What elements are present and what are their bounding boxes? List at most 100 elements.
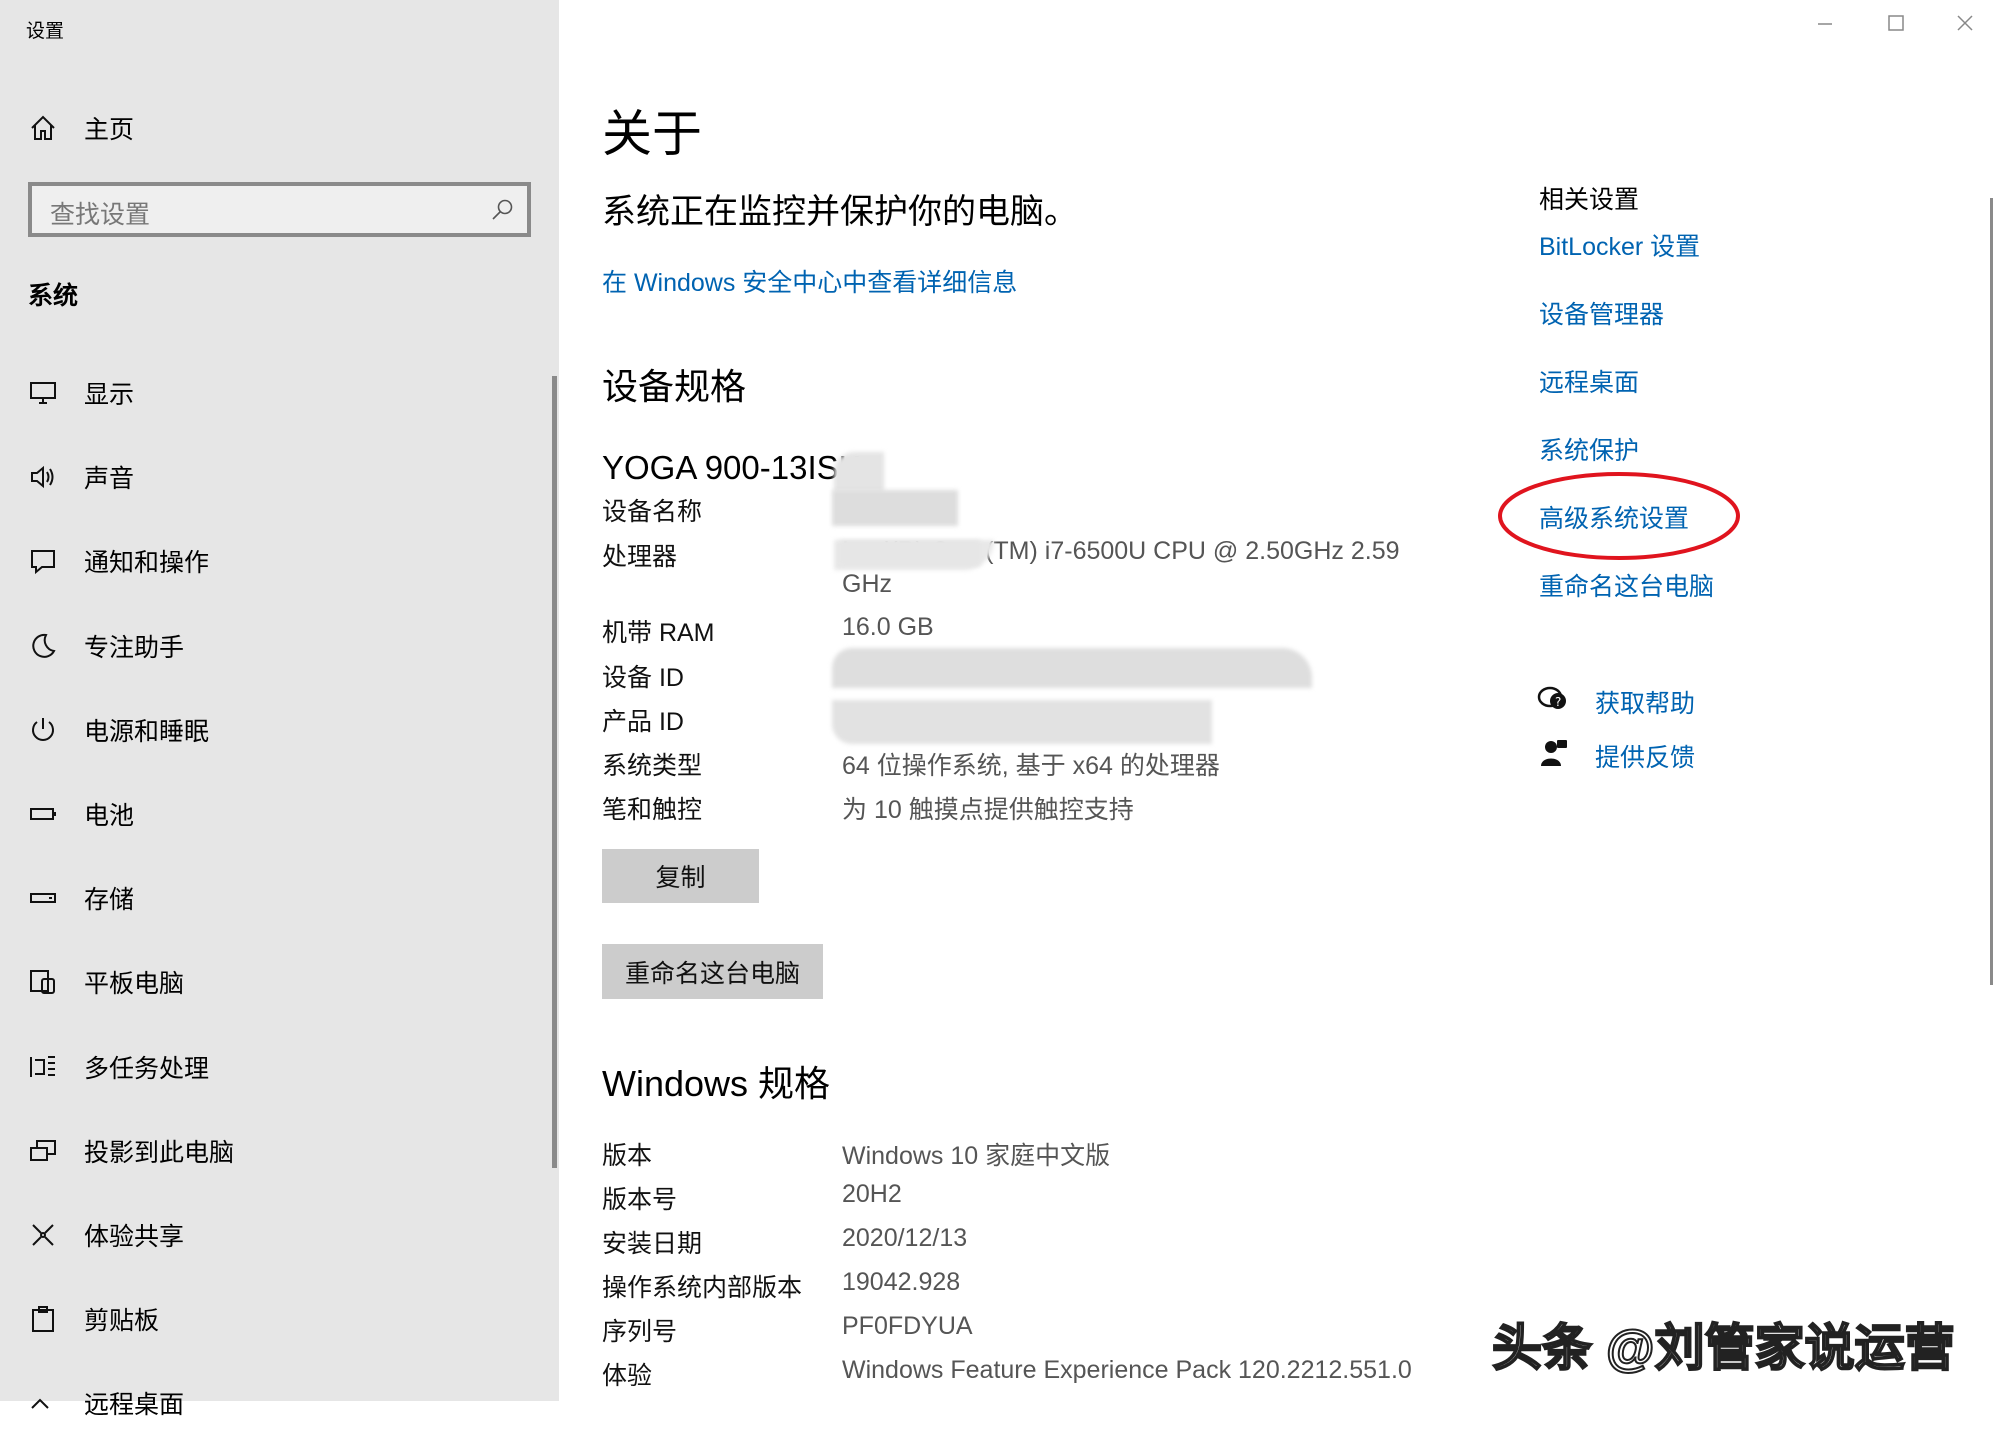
sidebar-item-label: 存储 <box>84 886 135 915</box>
related-link[interactable]: 系统保护 <box>1539 431 1639 467</box>
sidebar-item-share[interactable]: 体验共享 <box>0 1205 540 1265</box>
sidebar-item-clipboard[interactable]: 剪贴板 <box>0 1289 540 1349</box>
sidebar-item-label: 剪贴板 <box>84 1307 160 1336</box>
window-title: 设置 <box>26 21 65 42</box>
search-icon[interactable] <box>491 198 515 227</box>
spec-label: 产品 ID <box>602 708 684 736</box>
close-button[interactable] <box>1955 13 1975 38</box>
windows-spec-label: 版本号 <box>602 1186 678 1214</box>
sidebar-item-power[interactable]: 电源和睡眠 <box>0 700 540 760</box>
sidebar-item-label: 专注助手 <box>84 633 185 662</box>
maximize-button[interactable] <box>1886 13 1906 38</box>
spec-label: 设备名称 <box>602 498 703 526</box>
sidebar-item-label: 电池 <box>84 802 135 830</box>
search-input[interactable]: 查找设置 <box>28 182 531 237</box>
related-link[interactable]: 重命名这台电脑 <box>1539 567 1714 603</box>
windows-spec-label: 安装日期 <box>602 1230 703 1258</box>
sidebar-item-notification[interactable]: 通知和操作 <box>0 531 540 591</box>
device-model: YOGA 900-13ISK <box>602 449 861 486</box>
windows-spec-label: 版本 <box>602 1142 653 1170</box>
project-icon <box>26 1134 60 1168</box>
redaction <box>832 700 1212 744</box>
protection-status: 系统正在监控并保护你的电脑。 <box>602 193 1078 231</box>
moon-icon <box>26 629 60 663</box>
home-icon <box>26 111 60 145</box>
spec-value: 64 位操作系统, 基于 x64 的处理器 <box>842 752 1220 780</box>
windows-spec-label: 序列号 <box>602 1318 678 1346</box>
windows-spec-value: 2020/12/13 <box>842 1224 968 1252</box>
monitor-icon <box>26 376 60 410</box>
sidebar-item-monitor[interactable]: 显示 <box>0 363 540 423</box>
sidebar-scrollbar[interactable] <box>552 376 557 1168</box>
notification-icon <box>26 544 60 578</box>
power-icon <box>26 713 60 747</box>
spec-label: 处理器 <box>602 543 678 571</box>
feedback-icon <box>1539 738 1569 773</box>
maximize-icon <box>1888 15 1904 31</box>
remote-desktop-icon <box>26 1386 60 1420</box>
windows-spec-heading: Windows 规格 <box>602 1063 831 1104</box>
sidebar-item-remote-desktop[interactable]: 远程桌面 <box>0 1373 540 1433</box>
speaker-icon <box>26 460 60 494</box>
windows-spec-value: PF0FDYUA <box>842 1312 973 1340</box>
sidebar-item-home[interactable]: 主页 <box>0 98 540 158</box>
redaction <box>834 452 884 492</box>
storage-icon <box>26 881 60 915</box>
sidebar-item-label: 声音 <box>84 465 135 494</box>
sidebar-item-label: 体验共享 <box>84 1223 185 1251</box>
search-placeholder: 查找设置 <box>50 201 151 229</box>
sidebar-item-label: 显示 <box>84 381 135 409</box>
related-link[interactable]: BitLocker 设置 <box>1539 227 1700 263</box>
share-icon <box>26 1218 60 1252</box>
sidebar: 设置 主页 查找设置 系统 显示 声音 通知和操作 专注助手 电源和睡眠 电池 存储 平板电脑… <box>0 0 559 1419</box>
windows-spec-value: Windows Feature Experience Pack 120.2212… <box>842 1356 1412 1384</box>
windows-spec-value: Windows 10 家庭中文版 <box>842 1142 1111 1170</box>
related-settings-heading: 相关设置 <box>1539 186 1640 214</box>
redaction <box>832 648 1312 688</box>
help-icon: ? <box>1537 684 1569 719</box>
redaction <box>832 490 958 526</box>
copy-button[interactable]: 复制 <box>602 849 759 903</box>
main-scrollbar[interactable] <box>1990 198 1993 985</box>
sidebar-item-battery[interactable]: 电池 <box>0 784 540 844</box>
svg-text:?: ? <box>1555 695 1561 709</box>
feedback-link[interactable]: 提供反馈 <box>1595 738 1695 774</box>
sidebar-item-moon[interactable]: 专注助手 <box>0 616 540 676</box>
windows-spec-value: 19042.928 <box>842 1268 961 1296</box>
sidebar-item-label: 通知和操作 <box>84 549 210 578</box>
windows-spec-label: 操作系统内部版本 <box>602 1274 803 1302</box>
spec-label: 笔和触控 <box>602 796 703 824</box>
spec-label: 系统类型 <box>602 752 703 780</box>
clipboard-icon <box>26 1302 60 1336</box>
spec-value-continued: GHz <box>842 570 892 598</box>
sidebar-item-label: 多任务处理 <box>84 1054 210 1083</box>
related-link[interactable]: 设备管理器 <box>1539 295 1664 331</box>
sidebar-item-label: 平板电脑 <box>84 970 185 999</box>
multitask-icon <box>26 1050 60 1084</box>
sidebar-item-label: 远程桌面 <box>84 1391 185 1420</box>
battery-icon <box>26 797 60 831</box>
security-center-link[interactable]: 在 Windows 安全中心中查看详细信息 <box>602 263 1017 299</box>
annotation-ellipse <box>1498 472 1740 560</box>
spec-value: 为 10 触摸点提供触控支持 <box>842 796 1134 824</box>
sidebar-item-label: 主页 <box>84 116 135 144</box>
sidebar-item-multitask[interactable]: 多任务处理 <box>0 1037 540 1097</box>
minimize-button[interactable] <box>1815 12 1835 37</box>
related-link[interactable]: 远程桌面 <box>1539 363 1639 399</box>
sidebar-item-tablet[interactable]: 平板电脑 <box>0 952 540 1012</box>
rename-pc-button[interactable]: 重命名这台电脑 <box>602 944 823 999</box>
redaction <box>840 540 980 566</box>
sidebar-item-storage[interactable]: 存储 <box>0 868 540 928</box>
close-icon <box>1957 15 1973 31</box>
windows-spec-value: 20H2 <box>842 1180 902 1208</box>
sidebar-item-label: 投影到此电脑 <box>84 1138 235 1167</box>
page-title: 关于 <box>602 106 702 162</box>
get-help-link[interactable]: 获取帮助 <box>1595 684 1695 720</box>
windows-spec-label: 体验 <box>602 1362 653 1390</box>
sidebar-item-label: 电源和睡眠 <box>84 717 210 746</box>
device-spec-heading: 设备规格 <box>602 366 747 407</box>
spec-label: 机带 RAM <box>602 619 715 647</box>
sidebar-item-project[interactable]: 投影到此电脑 <box>0 1121 540 1181</box>
sidebar-item-speaker[interactable]: 声音 <box>0 447 540 507</box>
tablet-icon <box>26 965 60 999</box>
